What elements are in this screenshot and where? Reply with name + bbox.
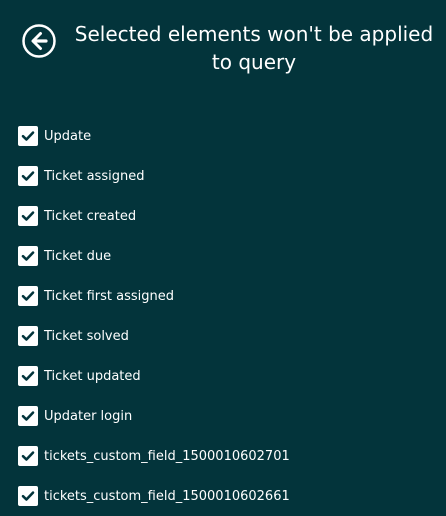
list-item-label: Update — [44, 128, 92, 144]
checkbox[interactable] — [18, 366, 38, 386]
checkmark-icon — [21, 411, 35, 421]
header: Selected elements won't be applied to qu… — [0, 0, 446, 90]
checkmark-icon — [21, 131, 35, 141]
checkmark-icon — [21, 371, 35, 381]
checkmark-icon — [21, 491, 35, 501]
list-item-label: Ticket due — [44, 248, 112, 264]
checkbox[interactable] — [18, 166, 38, 186]
list-item[interactable]: Ticket first assigned — [18, 276, 438, 316]
list-item-label: tickets_custom_field_1500010602701 — [44, 448, 290, 464]
checkbox[interactable] — [18, 406, 38, 426]
arrow-left-circle-icon — [22, 24, 56, 58]
checkbox[interactable] — [18, 286, 38, 306]
checkbox[interactable] — [18, 446, 38, 466]
list-item[interactable]: Ticket assigned — [18, 156, 438, 196]
checkbox[interactable] — [18, 126, 38, 146]
back-button[interactable] — [22, 24, 56, 58]
list-item[interactable]: Ticket created — [18, 196, 438, 236]
checkmark-icon — [21, 171, 35, 181]
selected-elements-list: Update Ticket assigned Ticket created Ti… — [18, 116, 438, 516]
checkmark-icon — [21, 211, 35, 221]
list-item[interactable]: Ticket due — [18, 236, 438, 276]
list-item[interactable]: Ticket solved — [18, 316, 438, 356]
list-item[interactable]: tickets_custom_field_1500010602701 — [18, 436, 438, 476]
checkmark-icon — [21, 451, 35, 461]
list-item[interactable]: Ticket updated — [18, 356, 438, 396]
list-item[interactable]: Updater login — [18, 396, 438, 436]
checkbox[interactable] — [18, 486, 38, 506]
checkbox[interactable] — [18, 206, 38, 226]
list-item[interactable]: Update — [18, 116, 438, 156]
checkbox[interactable] — [18, 326, 38, 346]
checkmark-icon — [21, 331, 35, 341]
list-item[interactable]: tickets_custom_field_1500010602661 — [18, 476, 438, 516]
list-item-label: tickets_custom_field_1500010602661 — [44, 488, 290, 504]
page-title: Selected elements won't be applied to qu… — [74, 22, 434, 74]
checkbox[interactable] — [18, 246, 38, 266]
list-item-label: Ticket first assigned — [44, 288, 174, 304]
checkmark-icon — [21, 291, 35, 301]
list-item-label: Updater login — [44, 408, 133, 424]
list-item-label: Ticket created — [44, 208, 137, 224]
list-item-label: Ticket updated — [44, 368, 141, 384]
checkmark-icon — [21, 251, 35, 261]
list-item-label: Ticket assigned — [44, 168, 145, 184]
list-item-label: Ticket solved — [44, 328, 129, 344]
